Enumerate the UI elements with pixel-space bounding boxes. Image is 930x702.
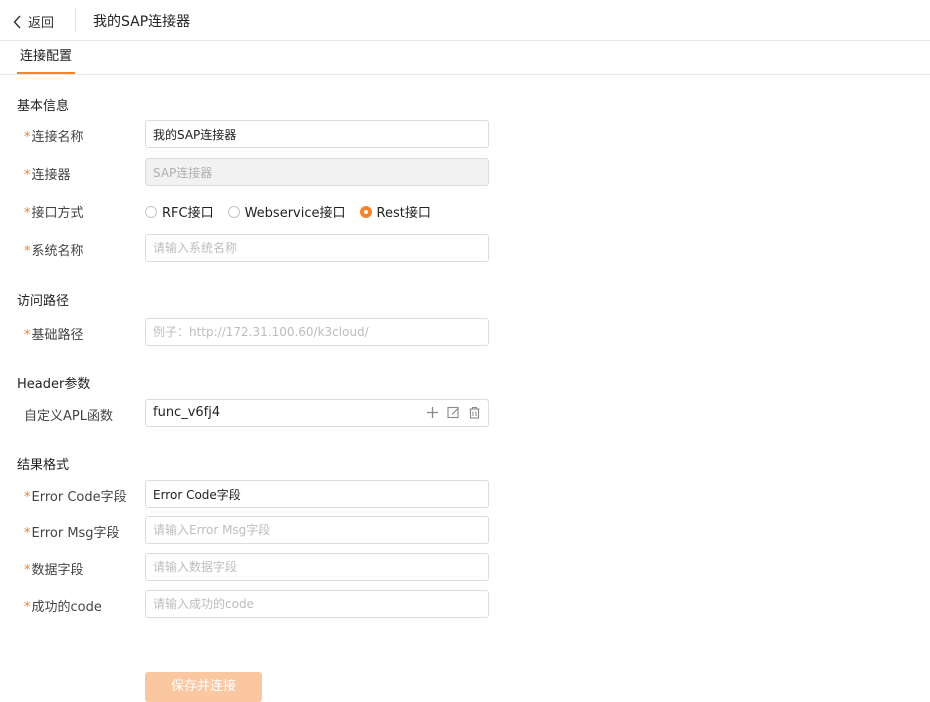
radio-rfc[interactable]: RFC接口 bbox=[145, 202, 214, 221]
error-code-input[interactable] bbox=[145, 480, 489, 508]
radio-webservice[interactable]: Webservice接口 bbox=[227, 202, 346, 221]
radio-rest[interactable]: Rest接口 bbox=[359, 202, 431, 221]
custom-apl-label: 自定义APL函数 bbox=[24, 409, 113, 424]
header-divider bbox=[75, 8, 76, 32]
function-actions bbox=[425, 405, 482, 420]
required-mark: * bbox=[24, 600, 31, 615]
data-field-input[interactable] bbox=[145, 553, 489, 581]
base-path-input[interactable] bbox=[145, 318, 489, 346]
tab-connection-config[interactable]: 连接配置 bbox=[17, 41, 76, 74]
data-field-label: *数据字段 bbox=[24, 563, 84, 578]
back-button[interactable]: 返回 bbox=[13, 12, 54, 31]
custom-apl-function-field: func_v6fj4 bbox=[145, 399, 489, 427]
radio-unchecked-icon bbox=[145, 205, 157, 218]
top-bar: 返回 我的SAP连接器 bbox=[0, 0, 930, 41]
required-mark: * bbox=[24, 244, 31, 259]
connector-label: *连接器 bbox=[24, 168, 71, 183]
edit-icon[interactable] bbox=[446, 405, 461, 420]
chevron-left-icon bbox=[13, 15, 21, 28]
required-mark: * bbox=[24, 490, 31, 505]
connector-input bbox=[145, 158, 489, 186]
trash-icon[interactable] bbox=[467, 405, 482, 420]
tab-bar: 连接配置 bbox=[0, 41, 930, 75]
section-title-path: 访问路径 bbox=[17, 294, 70, 309]
connection-name-input[interactable] bbox=[145, 120, 489, 148]
interface-radio-group: RFC接口 Webservice接口 Rest接口 bbox=[145, 202, 445, 221]
back-label: 返回 bbox=[28, 16, 55, 31]
system-name-input[interactable] bbox=[145, 234, 489, 262]
radio-unchecked-icon bbox=[227, 205, 240, 218]
system-name-label: *系统名称 bbox=[24, 244, 84, 259]
required-mark: * bbox=[24, 168, 31, 183]
interface-label: *接口方式 bbox=[24, 206, 84, 221]
success-code-label: *成功的code bbox=[24, 600, 102, 615]
success-code-input[interactable] bbox=[145, 590, 489, 618]
page-title: 我的SAP连接器 bbox=[93, 14, 191, 30]
base-path-label: *基础路径 bbox=[24, 328, 84, 343]
section-title-basic: 基本信息 bbox=[17, 99, 70, 114]
error-msg-input[interactable] bbox=[145, 516, 489, 544]
section-title-result: 结果格式 bbox=[17, 458, 70, 473]
required-mark: * bbox=[24, 526, 31, 541]
required-mark: * bbox=[24, 206, 31, 221]
error-msg-label: *Error Msg字段 bbox=[24, 526, 120, 541]
required-mark: * bbox=[24, 563, 31, 578]
radio-checked-icon bbox=[359, 205, 372, 218]
required-mark: * bbox=[24, 130, 31, 145]
section-title-header-params: Header参数 bbox=[17, 377, 91, 392]
connection-name-label: *连接名称 bbox=[24, 130, 84, 145]
function-name: func_v6fj4 bbox=[153, 405, 221, 420]
save-and-connect-button[interactable]: 保存并连接 bbox=[145, 672, 262, 702]
plus-icon[interactable] bbox=[425, 405, 440, 420]
required-mark: * bbox=[24, 328, 31, 343]
error-code-label: *Error Code字段 bbox=[24, 490, 127, 505]
